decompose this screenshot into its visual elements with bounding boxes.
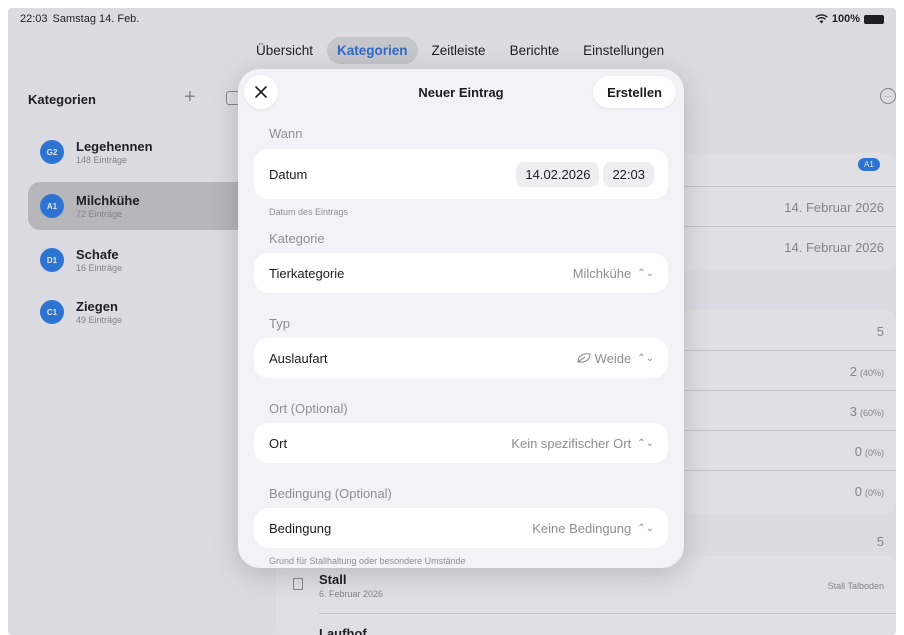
leaf-icon bbox=[577, 353, 591, 363]
condition-selection: Keine Bedingung bbox=[532, 520, 632, 536]
chevron-updown-icon: ⌃⌄ bbox=[637, 437, 654, 449]
chevron-updown-icon: ⌃⌄ bbox=[637, 352, 654, 364]
create-button[interactable]: Erstellen bbox=[593, 76, 676, 108]
condition-label: Bedingung bbox=[269, 520, 332, 536]
date-label: Datum bbox=[269, 166, 308, 182]
condition-value[interactable]: Keine Bedingung ⌃⌄ bbox=[532, 521, 654, 536]
section-when: Wann bbox=[269, 126, 303, 141]
animal-category-value[interactable]: Milchkühe ⌃⌄ bbox=[573, 266, 654, 281]
chevron-updown-icon: ⌃⌄ bbox=[637, 522, 654, 534]
new-entry-sheet: Neuer Eintrag Erstellen Wann Datum 14.02… bbox=[238, 69, 684, 568]
outlet-type-row[interactable]: Auslaufart Weide ⌃⌄ bbox=[254, 338, 668, 378]
date-note: Datum des Eintrags bbox=[269, 207, 349, 217]
outlet-type-label: Auslaufart bbox=[269, 350, 328, 366]
outlet-type-selection: Weide bbox=[594, 350, 632, 366]
animal-category-selection: Milchkühe bbox=[572, 265, 632, 281]
section-place: Ort (Optional) bbox=[269, 401, 348, 416]
place-selection: Kein spezifischer Ort bbox=[511, 435, 632, 451]
date-row: Datum 14.02.2026 22:03 bbox=[254, 149, 668, 199]
place-row[interactable]: Ort Kein spezifischer Ort ⌃⌄ bbox=[254, 423, 668, 463]
section-type: Typ bbox=[269, 316, 290, 331]
place-label: Ort bbox=[269, 435, 288, 451]
time-picker[interactable]: 22:03 bbox=[603, 161, 654, 187]
condition-row[interactable]: Bedingung Keine Bedingung ⌃⌄ bbox=[254, 508, 668, 548]
place-value[interactable]: Kein spezifischer Ort ⌃⌄ bbox=[511, 436, 654, 451]
date-picker[interactable]: 14.02.2026 bbox=[516, 161, 600, 187]
section-category: Kategorie bbox=[269, 231, 325, 246]
condition-note: Grund für Stallhaltung oder besondere Um… bbox=[269, 556, 466, 566]
chevron-updown-icon: ⌃⌄ bbox=[637, 267, 654, 279]
outlet-type-value[interactable]: Weide ⌃⌄ bbox=[576, 351, 654, 366]
section-condition: Bedingung (Optional) bbox=[269, 486, 392, 501]
animal-category-label: Tierkategorie bbox=[269, 265, 345, 281]
animal-category-row[interactable]: Tierkategorie Milchkühe ⌃⌄ bbox=[254, 253, 668, 293]
